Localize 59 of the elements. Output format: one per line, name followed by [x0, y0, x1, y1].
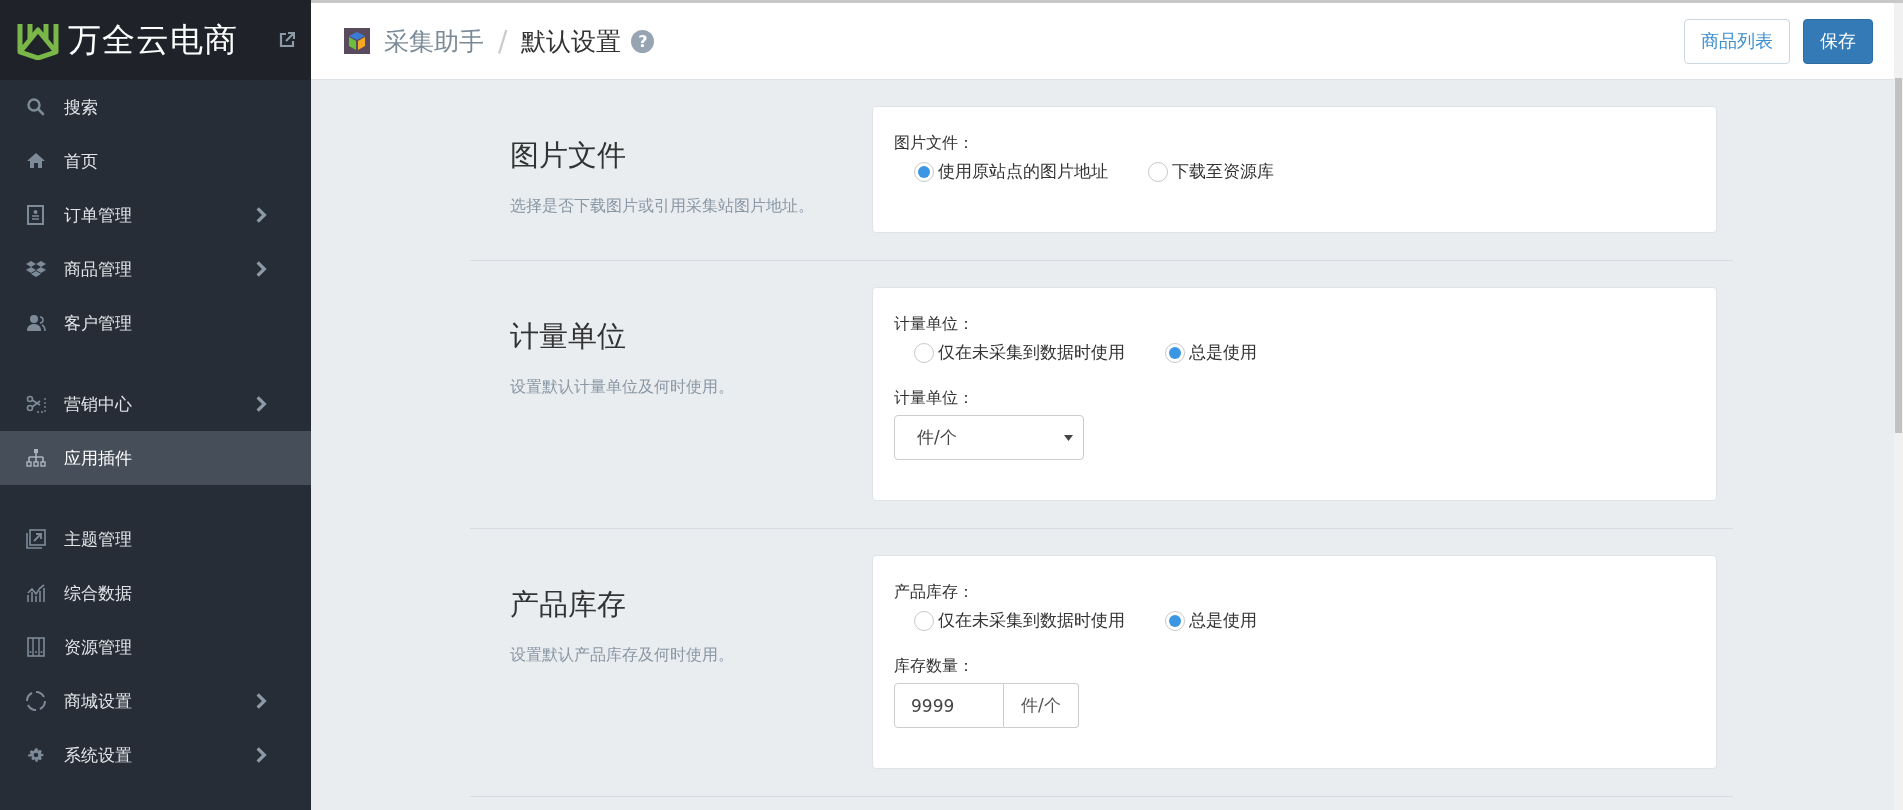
- sidebar-item[interactable]: 商城设置: [0, 674, 311, 728]
- radio-option[interactable]: 下载至资源库: [1148, 160, 1274, 183]
- brand-name: 万全云电商: [68, 18, 239, 61]
- bar-chart-icon: [26, 583, 46, 603]
- section-title: 产品库存: [510, 586, 627, 623]
- sidebar-item[interactable]: 商品管理: [0, 242, 311, 296]
- app-logo-icon: [344, 28, 370, 54]
- radio-button[interactable]: [1165, 610, 1185, 631]
- sidebar-item[interactable]: 客户管理: [0, 296, 311, 350]
- radio-option[interactable]: 总是使用: [1165, 341, 1257, 364]
- radio-option[interactable]: 总是使用: [1165, 609, 1257, 632]
- section-title: 图片文件: [510, 137, 627, 174]
- quantity-input[interactable]: 9999: [894, 683, 1004, 728]
- home-icon: [26, 151, 46, 171]
- section-description: 设置默认产品库存及何时使用。: [510, 645, 735, 666]
- picture-frame-icon: [26, 529, 46, 549]
- external-link-icon[interactable]: [279, 32, 295, 48]
- sidebar-item[interactable]: 综合数据: [0, 566, 311, 620]
- radio-button[interactable]: [1148, 161, 1168, 182]
- sidebar-item[interactable]: 首页: [0, 134, 311, 188]
- scrollbar[interactable]: [1894, 3, 1903, 810]
- field-label: 库存数量：: [894, 656, 975, 677]
- sidebar-item[interactable]: 应用插件: [0, 431, 311, 485]
- unit-addon: 件/个: [1004, 683, 1079, 728]
- settings-icon: [26, 745, 46, 765]
- section-description: 设置默认计量单位及何时使用。: [510, 377, 735, 398]
- list-button[interactable]: 商品列表: [1684, 18, 1790, 64]
- field-label: 图片文件：: [894, 133, 975, 154]
- field-label: 计量单位：: [894, 388, 975, 409]
- radio-option[interactable]: 仅在未采集到数据时使用: [914, 341, 1125, 364]
- section-description: 选择是否下载图片或引用采集站图片地址。: [510, 196, 815, 217]
- breadcrumb-separator: /: [498, 24, 508, 58]
- cabinet-icon: [26, 637, 46, 657]
- radio-option[interactable]: 仅在未采集到数据时使用: [914, 609, 1125, 632]
- document-icon: [26, 205, 46, 225]
- sidebar-item[interactable]: 营销中心: [0, 377, 311, 431]
- radio-option[interactable]: 使用原站点的图片地址: [914, 160, 1108, 183]
- sidebar-item[interactable]: 资源管理: [0, 620, 311, 674]
- radio-button[interactable]: [1165, 342, 1185, 363]
- search-icon: [26, 97, 46, 117]
- save-button[interactable]: 保存: [1803, 18, 1873, 64]
- sidebar-item[interactable]: 搜索: [0, 80, 311, 134]
- user-icon: [26, 313, 46, 333]
- field-label: 产品库存：: [894, 582, 975, 603]
- sidebar-item[interactable]: 主题管理: [0, 512, 311, 566]
- field-label: 计量单位：: [894, 314, 975, 335]
- section-title: 计量单位: [510, 318, 627, 355]
- breadcrumb-link[interactable]: 采集助手: [384, 24, 484, 58]
- boxes-icon: [26, 259, 46, 279]
- radio-button[interactable]: [914, 342, 934, 363]
- unit-dropdown[interactable]: 件/个: [894, 415, 1084, 460]
- dropdown-caret-icon: [1064, 434, 1073, 441]
- page-title: 默认设置: [521, 25, 622, 58]
- scissors-icon: [26, 394, 46, 414]
- sitemap-icon: [26, 448, 46, 468]
- sidebar-item[interactable]: 订单管理: [0, 188, 311, 242]
- radio-button[interactable]: [914, 610, 934, 631]
- radio-button[interactable]: [914, 161, 934, 182]
- sidebar-item[interactable]: 系统设置: [0, 728, 311, 782]
